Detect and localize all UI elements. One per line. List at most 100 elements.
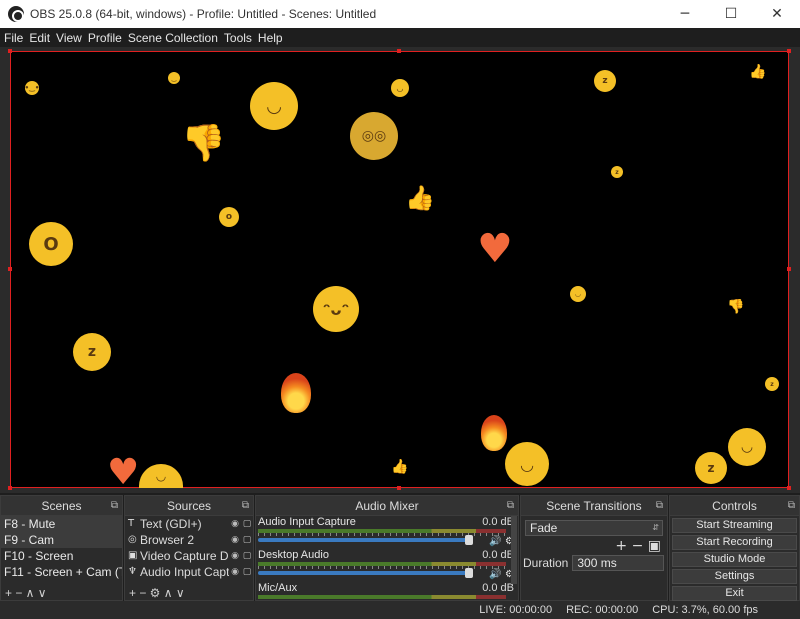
start-recording-button[interactable]: Start Recording xyxy=(672,535,797,550)
fire-icon xyxy=(481,415,507,451)
visibility-eye-icon[interactable]: ◉ xyxy=(229,532,241,548)
party-emoji-icon: ◡ xyxy=(391,79,409,97)
cpu-status: CPU: 3.7%, 60.00 fps xyxy=(652,604,758,616)
chevron-updown-icon: ⇵ xyxy=(652,523,659,532)
mixer-scrollbar[interactable] xyxy=(511,516,517,584)
lock-icon[interactable]: ▢ xyxy=(241,532,253,548)
menu-file[interactable]: File xyxy=(4,31,23,45)
sources-toolbar[interactable]: + − ⚙ ∧ ∨ xyxy=(125,586,253,600)
duration-input[interactable] xyxy=(572,555,665,571)
text-source-icon: T xyxy=(128,518,135,529)
float-dock-icon[interactable]: ⧉ xyxy=(507,496,514,516)
channel-name: Desktop Audio xyxy=(258,549,329,561)
sleeping-emoji-icon: z xyxy=(73,333,111,371)
live-status: LIVE: 00:00:00 xyxy=(479,604,553,616)
dock-title: Sources ⧉ xyxy=(125,496,253,516)
resize-handle[interactable] xyxy=(787,267,791,271)
resize-handle[interactable] xyxy=(787,486,791,490)
channel-db: 0.0 dB xyxy=(482,516,514,528)
source-item[interactable]: ▣Video Capture Dev◉▢ xyxy=(125,548,253,564)
scene-item[interactable]: F9 - Cam xyxy=(1,532,122,548)
thumbs-up-icon: 👍 xyxy=(391,459,409,475)
float-dock-icon[interactable]: ⧉ xyxy=(788,496,795,516)
dock-title: Scene Transitions ⧉ xyxy=(521,496,667,516)
resize-handle[interactable] xyxy=(8,267,12,271)
status-bar: LIVE: 00:00:00 REC: 00:00:00 CPU: 3.7%, … xyxy=(0,601,800,619)
volume-meter xyxy=(258,595,506,599)
visibility-eye-icon[interactable]: ◉ xyxy=(229,516,241,532)
duration-row: Duration xyxy=(521,554,667,572)
menu-help[interactable]: Help xyxy=(258,31,283,45)
lock-icon[interactable]: ▢ xyxy=(241,564,253,580)
studio-mode-button[interactable]: Studio Mode xyxy=(672,552,797,567)
window-title: OBS 25.0.8 (64-bit, windows) - Profile: … xyxy=(30,7,377,21)
menu-bar: File Edit View Profile Scene Collection … xyxy=(0,28,800,47)
menu-profile[interactable]: Profile xyxy=(88,31,122,45)
exit-button[interactable]: Exit xyxy=(672,586,797,601)
dock-title: Controls ⧉ xyxy=(670,496,799,516)
menu-scene-collection[interactable]: Scene Collection xyxy=(128,31,218,45)
rec-status: REC: 00:00:00 xyxy=(566,604,639,616)
audio-mixer-dock: Audio Mixer ⧉ Audio Input Capture 0.0 dB … xyxy=(255,495,519,601)
thumbs-up-icon: 👍 xyxy=(405,184,435,212)
menu-edit[interactable]: Edit xyxy=(29,31,50,45)
camera-source-icon: ▣ xyxy=(128,550,138,561)
resize-handle[interactable] xyxy=(8,49,12,53)
party-emoji-icon: ◡ xyxy=(728,428,766,466)
scene-transitions-dock: Scene Transitions ⧉ Fade ⇵ + − ▣ Duration xyxy=(520,495,668,601)
astonished-emoji-icon: O xyxy=(29,222,73,266)
source-item[interactable]: ♆ Audio Input Captu ◉ ▢ xyxy=(125,564,253,580)
preview-canvas[interactable]: •‿• ‿ ◡ ◡ z 👍 👎 ◎◎ z 👍 o O ♥ ◡ ᵔᴗᵔ 👎 z z… xyxy=(8,49,791,490)
start-streaming-button[interactable]: Start Streaming xyxy=(672,518,797,533)
settings-button[interactable]: Settings xyxy=(672,569,797,584)
dock-title: Audio Mixer ⧉ xyxy=(256,496,518,516)
transition-select[interactable]: Fade ⇵ xyxy=(525,520,663,536)
party-emoji-icon: ‿ xyxy=(168,72,180,84)
lock-icon[interactable]: ▢ xyxy=(241,548,253,564)
float-dock-icon[interactable]: ⧉ xyxy=(656,496,663,516)
close-button[interactable]: ✕ xyxy=(754,0,800,28)
float-dock-icon[interactable]: ⧉ xyxy=(242,496,249,516)
source-item[interactable]: ◎ Browser 2 ◉ ▢ xyxy=(125,532,253,548)
channel-name: Mic/Aux xyxy=(258,582,298,594)
thumbs-down-icon: 👎 xyxy=(727,299,745,315)
sleeping-emoji-icon: z xyxy=(695,452,727,484)
thumbs-up-icon: 👍 xyxy=(749,64,767,80)
volume-slider-handle[interactable] xyxy=(465,568,473,578)
obs-logo-icon xyxy=(8,6,24,22)
resize-handle[interactable] xyxy=(787,49,791,53)
channel-db: 0.0 dB xyxy=(482,549,514,561)
channel-db: 0.0 dB xyxy=(482,582,514,594)
scene-item[interactable]: F8 - Mute xyxy=(1,516,122,532)
volume-slider[interactable] xyxy=(258,538,468,542)
browser-source-icon: ◎ xyxy=(128,534,137,545)
transition-add-remove-buttons[interactable]: + − ▣ xyxy=(521,539,667,554)
title-bar: OBS 25.0.8 (64-bit, windows) - Profile: … xyxy=(0,0,800,28)
scenes-toolbar[interactable]: + − ∧ ∨ xyxy=(1,586,122,600)
mixer-channel: Audio Input Capture 0.0 dB 🔊 ⚙ xyxy=(256,516,518,549)
microphone-source-icon: ♆ xyxy=(128,566,137,577)
float-dock-icon[interactable]: ⧉ xyxy=(111,496,118,516)
resize-handle[interactable] xyxy=(397,49,401,53)
minimize-button[interactable]: ─ xyxy=(662,0,708,28)
controls-dock: Controls ⧉ Start Streaming Start Recordin… xyxy=(669,495,800,601)
menu-view[interactable]: View xyxy=(56,31,82,45)
visibility-eye-icon[interactable]: ◉ xyxy=(229,548,241,564)
scene-item[interactable]: F11 - Screen + Cam (T xyxy=(1,564,122,580)
source-item[interactable]: T Text (GDI+) ◉ ▢ xyxy=(125,516,253,532)
dock-title: Scenes ⧉ xyxy=(1,496,122,516)
resize-handle[interactable] xyxy=(8,486,12,490)
volume-slider-handle[interactable] xyxy=(465,535,473,545)
maximize-button[interactable]: ☐ xyxy=(708,0,754,28)
mixer-channel: Mic/Aux 0.0 dB xyxy=(256,582,518,600)
sleeping-emoji-icon: z xyxy=(765,377,779,391)
lock-icon[interactable]: ▢ xyxy=(241,516,253,532)
scene-item[interactable]: F10 - Screen xyxy=(1,548,122,564)
party-emoji-icon: ◡ xyxy=(250,82,298,130)
menu-tools[interactable]: Tools xyxy=(224,31,252,45)
party-emoji-icon: ◡ xyxy=(505,442,549,486)
astonished-emoji-icon: o xyxy=(219,207,239,227)
volume-slider[interactable] xyxy=(258,571,468,575)
visibility-eye-icon[interactable]: ◉ xyxy=(229,564,241,580)
resize-handle[interactable] xyxy=(397,486,401,490)
